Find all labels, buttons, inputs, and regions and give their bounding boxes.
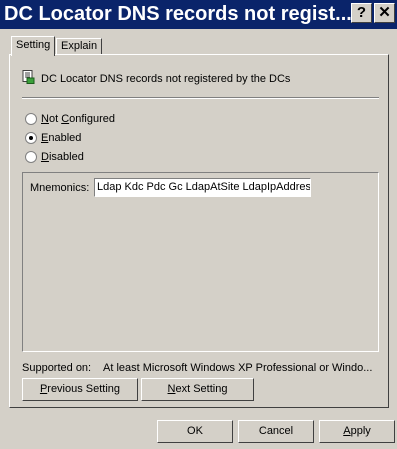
title-bar[interactable]: DC Locator DNS records not regist... ? ✕ bbox=[0, 0, 397, 29]
cancel-button[interactable]: Cancel bbox=[238, 420, 314, 443]
next-setting-button[interactable]: Next Setting bbox=[141, 378, 254, 401]
help-button[interactable]: ? bbox=[351, 3, 372, 23]
radio-circle[interactable] bbox=[25, 113, 37, 125]
ok-button[interactable]: OK bbox=[157, 420, 233, 443]
radio-circle[interactable] bbox=[25, 132, 37, 144]
mnemonics-label: Mnemonics: bbox=[30, 182, 90, 194]
mnemonics-input[interactable]: Ldap Kdc Pdc Gc LdapAtSite LdapIpAddres bbox=[94, 178, 311, 197]
policy-name: DC Locator DNS records not registered by… bbox=[41, 73, 291, 85]
supported-on-value: At least Microsoft Windows XP Profession… bbox=[103, 362, 373, 374]
window-title: DC Locator DNS records not regist... bbox=[4, 3, 352, 25]
close-button[interactable]: ✕ bbox=[374, 3, 395, 23]
separator bbox=[22, 97, 379, 99]
policy-document-icon bbox=[22, 70, 35, 84]
tab-setting-label: Setting bbox=[16, 39, 51, 51]
previous-setting-button[interactable]: Previous Setting bbox=[22, 378, 138, 401]
options-groupbox bbox=[22, 172, 379, 352]
tab-explain-label: Explain bbox=[61, 40, 98, 52]
tab-setting[interactable]: Setting bbox=[11, 36, 56, 56]
tab-explain[interactable]: Explain bbox=[56, 38, 103, 55]
apply-button[interactable]: Apply bbox=[319, 420, 395, 443]
radio-circle[interactable] bbox=[25, 151, 37, 163]
supported-on-label: Supported on: bbox=[22, 362, 92, 374]
